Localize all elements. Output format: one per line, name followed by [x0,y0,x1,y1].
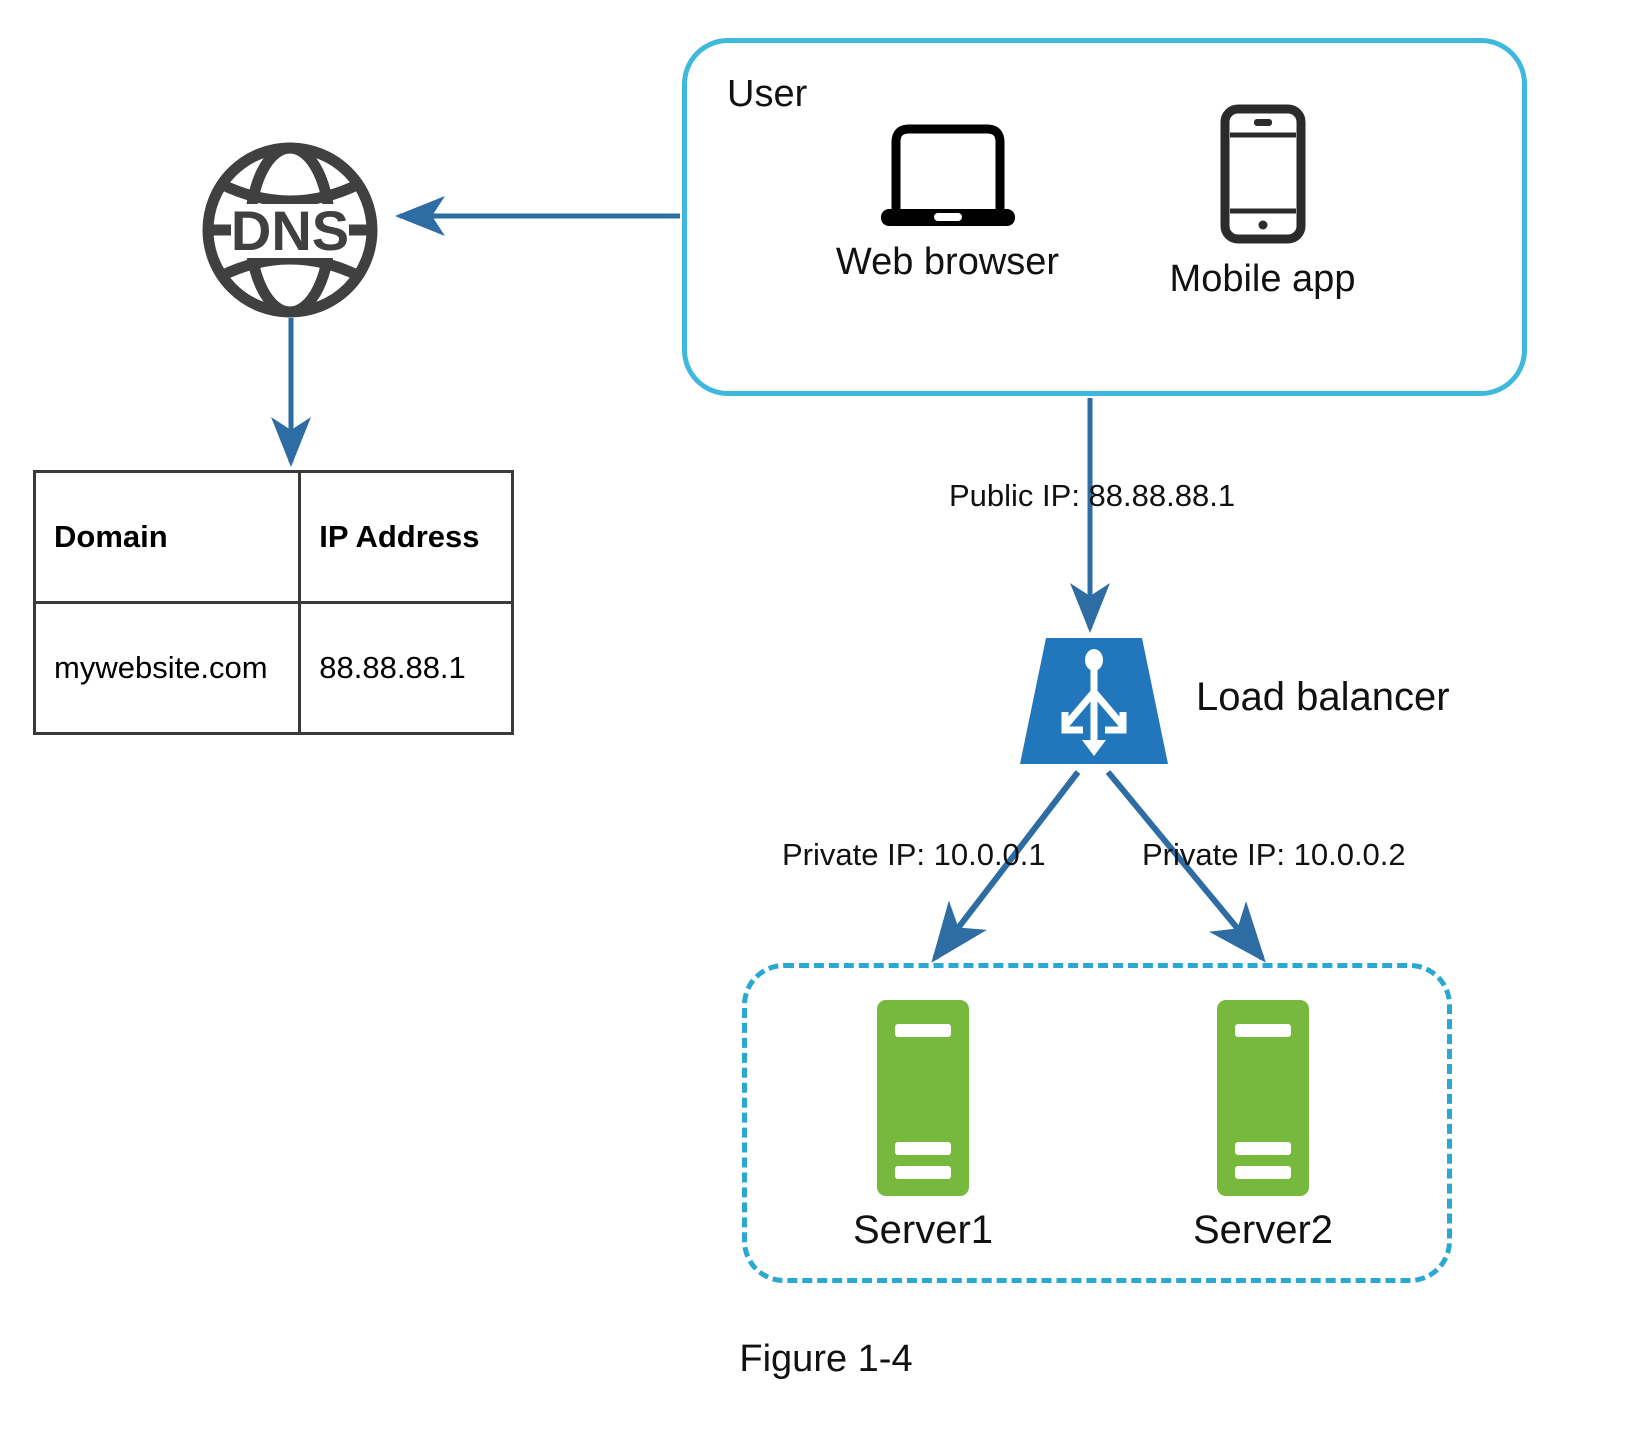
user-group-container [682,38,1527,396]
client-web-browser[interactable]: Web browser [836,112,1059,284]
edge-label-private-ip-1: Private IP: 10.0.0.1 [782,837,1046,872]
load-balancer-distribute-icon [1020,638,1168,764]
globe-icon: DNS [202,142,378,318]
smartphone-icon [1220,104,1305,244]
diagram-canvas: DNS Domain IP Address mywebsite.com 88.8… [0,0,1652,1436]
server-icon [1217,1000,1309,1196]
dns-record-table: Domain IP Address mywebsite.com 88.88.88… [32,470,514,735]
edge-label-private-ip-2: Private IP: 10.0.0.2 [1142,837,1406,872]
server-node-1[interactable]: Server1 [853,1000,993,1253]
dns-node[interactable]: DNS [195,140,385,320]
cell-ip-address-value: 88.88.88.1 [298,601,514,735]
server-icon [877,1000,969,1196]
column-header-ip-address: IP Address [298,470,514,604]
client-mobile-app-label: Mobile app [1169,258,1356,300]
column-header-domain: Domain [32,470,302,604]
client-mobile-app[interactable]: Mobile app [1165,104,1360,301]
table-header-row: Domain IP Address [32,470,514,604]
server-node-2-label: Server2 [1192,1208,1334,1252]
table-row: mywebsite.com 88.88.88.1 [32,601,514,735]
dns-node-label: DNS [231,199,349,262]
laptop-icon [880,124,1015,226]
edge-label-public-ip: Public IP: 88.88.88.1 [949,478,1236,513]
load-balancer-label: Load balancer [1196,675,1450,719]
figure-caption: Figure 1-4 [739,1338,913,1380]
server-node-1-label: Server1 [852,1208,994,1252]
server-group-container [742,963,1452,1283]
server-node-2[interactable]: Server2 [1193,1000,1333,1253]
cell-domain-value: mywebsite.com [32,601,302,735]
client-web-browser-label: Web browser [835,241,1060,283]
load-balancer-node[interactable] [1020,634,1168,764]
user-group-title: User [727,73,808,115]
